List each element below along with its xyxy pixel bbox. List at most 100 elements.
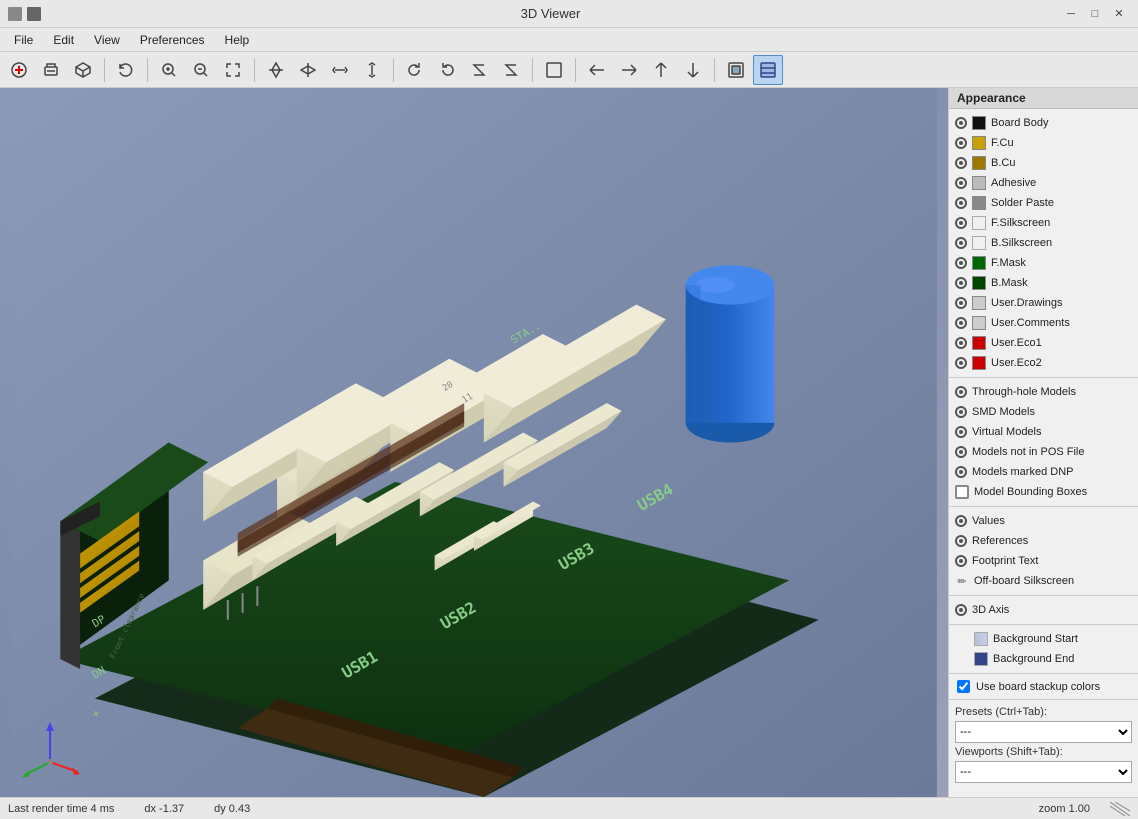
footprint-text-visibility[interactable] <box>955 555 967 567</box>
references-visibility[interactable] <box>955 535 967 547</box>
adhesive-color[interactable] <box>972 176 986 190</box>
layer-models-dnp: Models marked DNP <box>949 462 1138 482</box>
smd-models-visibility[interactable] <box>955 406 967 418</box>
through-hole-visibility[interactable] <box>955 386 967 398</box>
close-button[interactable]: ✕ <box>1108 3 1130 25</box>
bounding-boxes-visibility[interactable] <box>955 485 969 499</box>
axis-indicator <box>20 717 80 777</box>
dy-value: dy 0.43 <box>214 803 250 815</box>
bsilkscreen-color[interactable] <box>972 236 986 250</box>
user-eco1-visibility[interactable] <box>955 337 967 349</box>
layer-fcu: F.Cu <box>949 133 1138 153</box>
rotate-z-button[interactable] <box>464 55 494 85</box>
background-start-color[interactable] <box>974 632 988 646</box>
use-board-stackup-label[interactable]: Use board stackup colors <box>976 681 1100 693</box>
appearance-section-header: Appearance <box>949 88 1138 109</box>
divider1 <box>949 377 1138 378</box>
user-comments-visibility[interactable] <box>955 317 967 329</box>
menu-preferences[interactable]: Preferences <box>130 31 215 49</box>
rotate-z2-button[interactable] <box>496 55 526 85</box>
layer-solder-paste: Solder Paste <box>949 193 1138 213</box>
undo-button[interactable] <box>111 55 141 85</box>
board-view-button[interactable] <box>721 55 751 85</box>
zoom-fit-button[interactable] <box>218 55 248 85</box>
app-icon <box>8 7 22 21</box>
adhesive-visibility[interactable] <box>955 177 967 189</box>
fcu-visibility[interactable] <box>955 137 967 149</box>
rotate-cw-button[interactable] <box>400 55 430 85</box>
fsilkscreen-color[interactable] <box>972 216 986 230</box>
zoom-in-button[interactable] <box>154 55 184 85</box>
load-board-button[interactable] <box>4 55 34 85</box>
user-eco2-color[interactable] <box>972 356 986 370</box>
reset-view-button[interactable] <box>539 55 569 85</box>
solder-paste-color[interactable] <box>972 196 986 210</box>
pan-right-button[interactable] <box>614 55 644 85</box>
fmask-visibility[interactable] <box>955 257 967 269</box>
layer-through-hole-models: Through-hole Models <box>949 382 1138 402</box>
fmask-color[interactable] <box>972 256 986 270</box>
bcu-visibility[interactable] <box>955 157 967 169</box>
user-comments-color[interactable] <box>972 316 986 330</box>
maximize-button[interactable]: □ <box>1084 3 1106 25</box>
render-time: Last render time 4 ms <box>8 803 114 815</box>
viewports-select[interactable]: --- <box>955 761 1132 783</box>
models-dnp-visibility[interactable] <box>955 466 967 478</box>
models-pos-visibility[interactable] <box>955 446 967 458</box>
user-drawings-visibility[interactable] <box>955 297 967 309</box>
background-start-item: Background Start <box>949 629 1138 649</box>
rotate-x-button[interactable] <box>325 55 355 85</box>
virtual-models-visibility[interactable] <box>955 426 967 438</box>
background-end-color[interactable] <box>974 652 988 666</box>
flip-board-x2[interactable] <box>293 55 323 85</box>
view-3d-button[interactable] <box>68 55 98 85</box>
axis-label: 3D Axis <box>972 604 1132 616</box>
window-title: 3D Viewer <box>41 6 1060 21</box>
fcu-color[interactable] <box>972 136 986 150</box>
axis-visibility[interactable] <box>955 604 967 616</box>
menu-view[interactable]: View <box>84 31 130 49</box>
board-body-color[interactable] <box>972 116 986 130</box>
fsilkscreen-visibility[interactable] <box>955 217 967 229</box>
layer-view-button[interactable] <box>753 55 783 85</box>
bcu-color[interactable] <box>972 156 986 170</box>
bmask-visibility[interactable] <box>955 277 967 289</box>
rotate-ccw-button[interactable] <box>432 55 462 85</box>
user-eco2-visibility[interactable] <box>955 357 967 369</box>
divider3 <box>949 595 1138 596</box>
bmask-color[interactable] <box>972 276 986 290</box>
divider2 <box>949 506 1138 507</box>
values-label: Values <box>972 515 1132 527</box>
offboard-silk-label: Off-board Silkscreen <box>974 575 1132 587</box>
pan-left-button[interactable] <box>582 55 612 85</box>
use-board-stackup-checkbox[interactable] <box>957 680 970 693</box>
divider5 <box>949 673 1138 674</box>
user-eco1-color[interactable] <box>972 336 986 350</box>
flip-board-x[interactable] <box>261 55 291 85</box>
minimize-button[interactable]: ─ <box>1060 3 1082 25</box>
pan-down-button[interactable] <box>678 55 708 85</box>
bsilkscreen-visibility[interactable] <box>955 237 967 249</box>
layer-bsilkscreen: B.Silkscreen <box>949 233 1138 253</box>
menu-file[interactable]: File <box>4 31 43 49</box>
statusbar-right: zoom 1.00 <box>1039 802 1130 816</box>
adhesive-label: Adhesive <box>991 177 1132 189</box>
board-body-visibility[interactable] <box>955 117 967 129</box>
fmask-label: F.Mask <box>991 257 1132 269</box>
user-drawings-color[interactable] <box>972 296 986 310</box>
print-button[interactable] <box>36 55 66 85</box>
rotate-x2-button[interactable] <box>357 55 387 85</box>
solder-paste-visibility[interactable] <box>955 197 967 209</box>
values-visibility[interactable] <box>955 515 967 527</box>
presets-select[interactable]: --- <box>955 721 1132 743</box>
menu-help[interactable]: Help <box>215 31 260 49</box>
layers-list: Board Body F.Cu B.Cu Adhesive <box>949 109 1138 789</box>
layer-virtual-models: Virtual Models <box>949 422 1138 442</box>
pan-up-button[interactable] <box>646 55 676 85</box>
menu-edit[interactable]: Edit <box>43 31 84 49</box>
dx-value: dx -1.37 <box>144 803 184 815</box>
user-drawings-label: User.Drawings <box>991 297 1132 309</box>
zoom-out-button[interactable] <box>186 55 216 85</box>
viewport-3d[interactable]: DP DN + Front clearance USB1 USB2 USB3 U… <box>0 88 948 797</box>
offboard-silk-visibility[interactable]: ✏ <box>955 574 969 588</box>
